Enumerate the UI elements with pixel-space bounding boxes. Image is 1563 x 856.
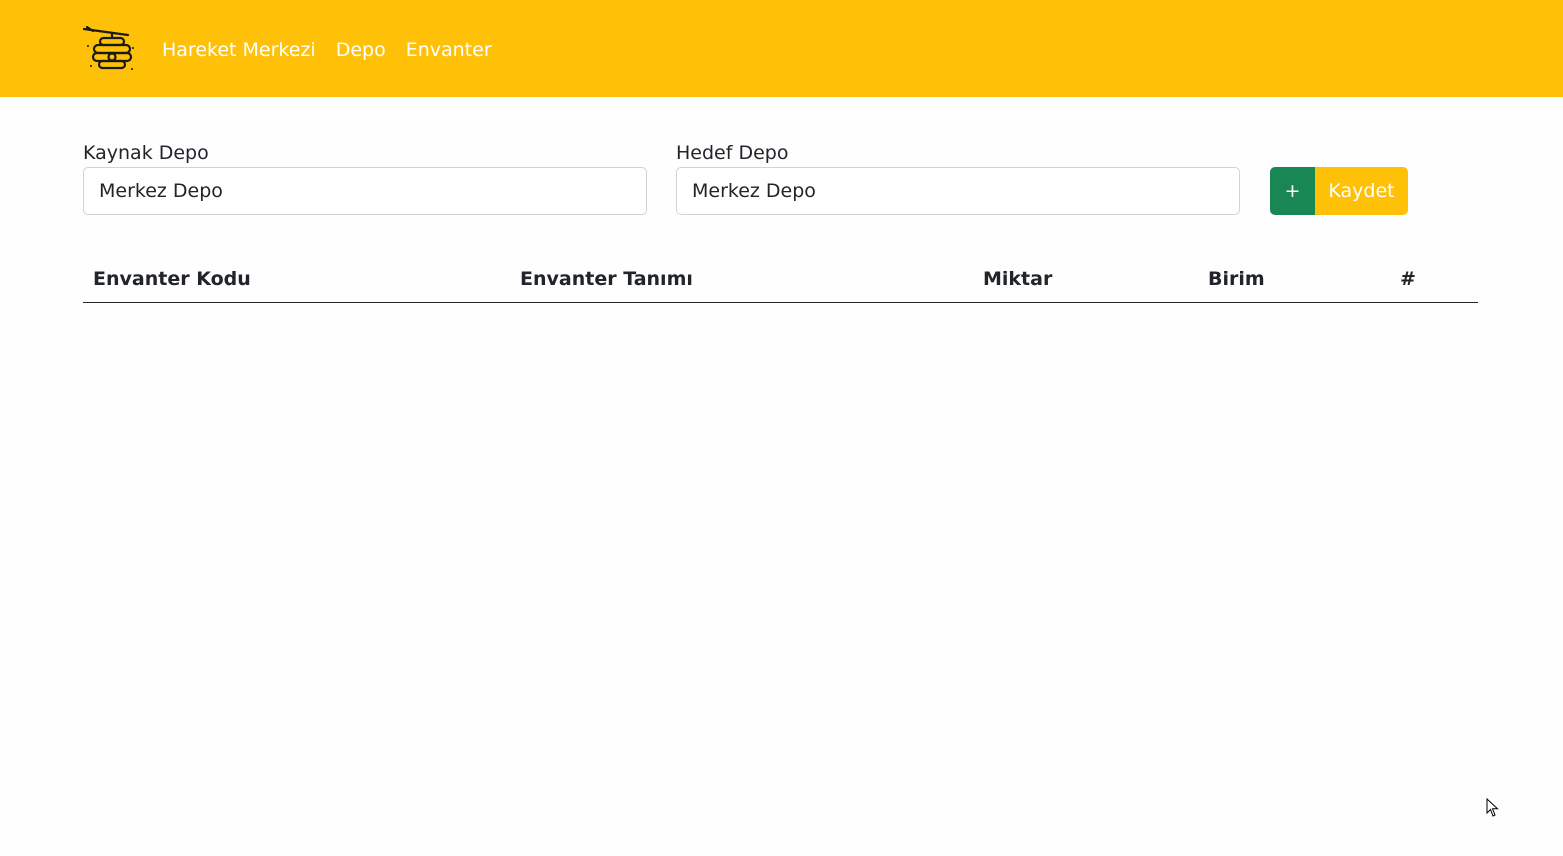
table-header-row: Envanter Kodu Envanter Tanımı Miktar Bir…	[83, 258, 1478, 303]
top-navbar: Hareket Merkezi Depo Envanter	[0, 0, 1563, 97]
source-warehouse-label: Kaynak Depo	[83, 142, 209, 164]
column-header-unit: Birim	[1198, 258, 1390, 303]
mouse-cursor-icon	[1486, 797, 1500, 818]
add-row-button[interactable]: +	[1270, 167, 1315, 215]
target-warehouse-label: Hedef Depo	[676, 142, 789, 164]
column-header-inventory-code: Envanter Kodu	[83, 258, 510, 303]
nav-link-hareket-merkezi[interactable]: Hareket Merkezi	[162, 37, 316, 63]
save-button[interactable]: Kaydet	[1315, 167, 1408, 215]
inventory-table: Envanter Kodu Envanter Tanımı Miktar Bir…	[83, 258, 1478, 303]
nav-link-depo[interactable]: Depo	[336, 37, 386, 63]
beehive-icon[interactable]	[82, 25, 135, 72]
target-warehouse-field: Hedef Depo	[676, 140, 1240, 215]
action-buttons: + Kaydet	[1270, 167, 1408, 215]
source-warehouse-input[interactable]	[83, 167, 647, 215]
target-warehouse-input[interactable]	[676, 167, 1240, 215]
nav-links: Hareket Merkezi Depo Envanter	[162, 37, 512, 63]
column-header-actions: #	[1390, 258, 1478, 303]
nav-link-envanter[interactable]: Envanter	[406, 37, 492, 63]
source-warehouse-field: Kaynak Depo	[83, 140, 647, 215]
column-header-quantity: Miktar	[973, 258, 1198, 303]
column-header-inventory-description: Envanter Tanımı	[510, 258, 973, 303]
